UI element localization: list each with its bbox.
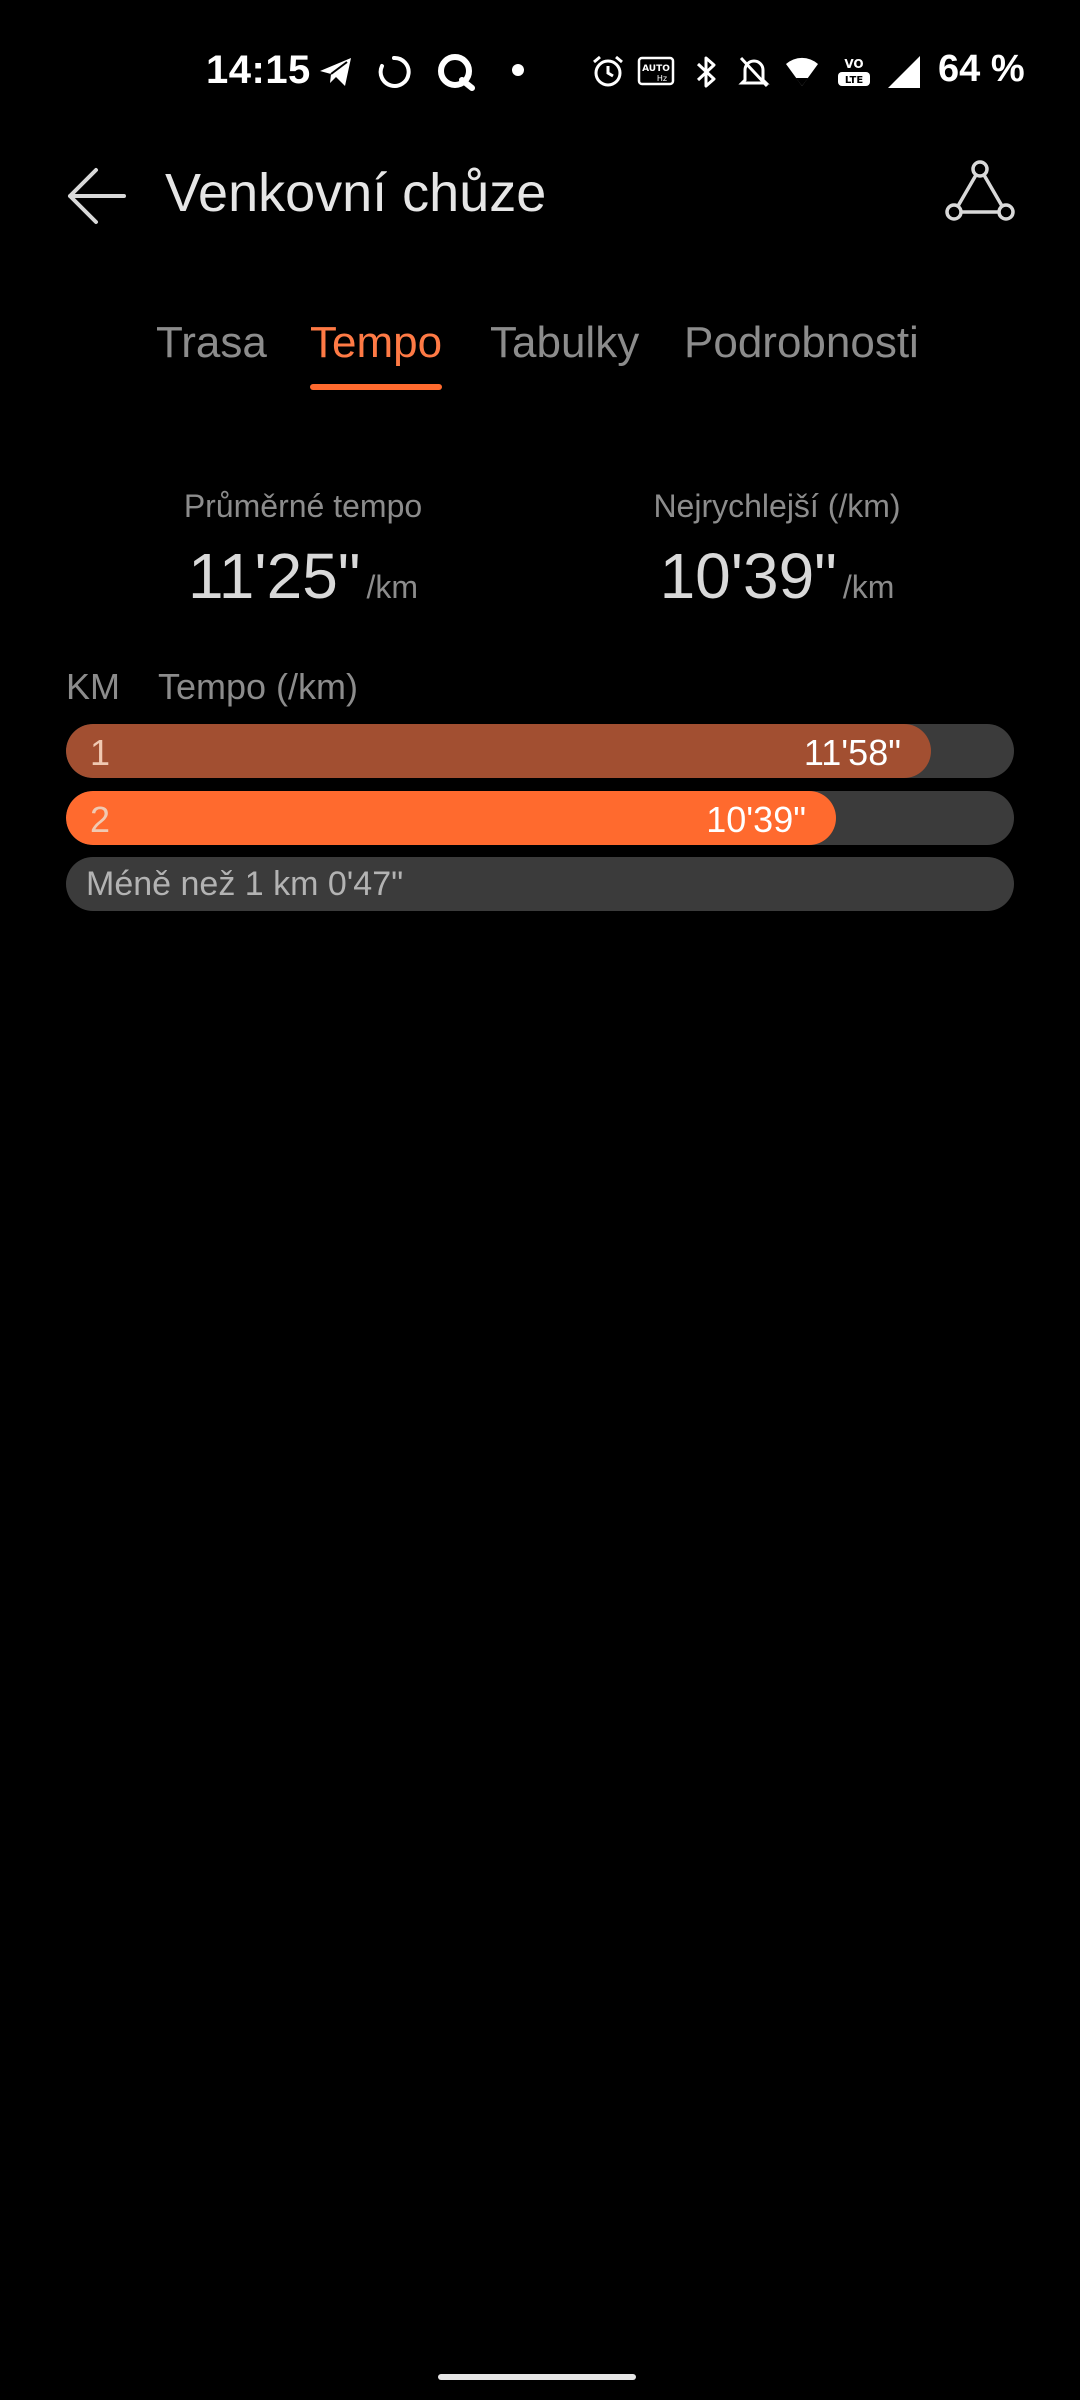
tab-tempo[interactable]: Tempo (310, 318, 443, 390)
signal-icon (884, 52, 924, 92)
back-button[interactable] (62, 160, 134, 232)
active-tab-indicator (310, 384, 443, 390)
svg-text:VO: VO (844, 57, 863, 71)
pace-km-label: 1 (90, 732, 111, 773)
column-header-pace: Tempo (/km) (158, 666, 359, 707)
svg-text:AUTO: AUTO (642, 64, 670, 74)
auto-hz-icon: AUTO Hz (636, 52, 676, 92)
gesture-nav-handle[interactable] (438, 2374, 636, 2380)
svg-text:LTE: LTE (845, 75, 864, 86)
pace-value: 10'39" (706, 799, 806, 840)
tab-podrobnosti[interactable]: Podrobnosti (684, 318, 919, 368)
tab-label: Trasa (156, 318, 267, 367)
status-bar: 14:15 AUTO Hz VO LTE 64 % (0, 0, 1080, 140)
q-app-icon (436, 52, 478, 92)
pace-km-label: 2 (90, 799, 111, 840)
column-header-km: KM (66, 666, 120, 707)
loading-icon (374, 52, 414, 92)
stat-label: Nejrychlejší (/km) (653, 488, 901, 524)
tab-bar: Trasa Tempo Tabulky Podrobnosti (0, 318, 1080, 398)
pace-bar-fill (66, 724, 931, 778)
dot-icon (508, 52, 528, 92)
tab-tabulky[interactable]: Tabulky (490, 318, 639, 368)
stat-value: 10'39" (659, 540, 837, 612)
route-icon (945, 160, 1015, 221)
fastest-pace-stat: Nejrychlejší (/km) 10'39"/km (577, 488, 977, 613)
mute-icon (736, 52, 772, 92)
tab-label: Tabulky (490, 318, 640, 367)
average-pace-stat: Průměrné tempo 11'25"/km (103, 488, 503, 613)
tab-label: Tempo (310, 318, 443, 367)
stat-unit: /km (366, 569, 419, 605)
stat-label: Průměrné tempo (183, 488, 423, 524)
battery-percentage: 64 % (938, 48, 1025, 90)
wifi-icon (782, 52, 822, 92)
remainder-label: Méně než 1 km 0'47" (86, 865, 404, 903)
telegram-icon (316, 52, 356, 92)
stat-value: 11'25" (187, 540, 361, 612)
pace-row: 2 10'39" (66, 791, 1014, 845)
bluetooth-icon (690, 52, 722, 92)
pace-row-remainder: Méně než 1 km 0'47" (66, 857, 1014, 911)
tab-label: Podrobnosti (684, 318, 919, 367)
tab-trasa[interactable]: Trasa (156, 318, 267, 368)
route-button[interactable] (944, 158, 1016, 230)
volte-icon: VO LTE (834, 52, 874, 92)
pace-value: 11'58" (803, 732, 901, 773)
arrow-left-icon (68, 168, 126, 224)
svg-text:Hz: Hz (657, 74, 667, 83)
stat-unit: /km (842, 569, 895, 605)
pace-row: 1 11'58" (66, 724, 1014, 778)
page-title: Venkovní chůze (165, 163, 547, 223)
status-time: 14:15 (206, 48, 311, 92)
alarm-icon (590, 52, 626, 92)
